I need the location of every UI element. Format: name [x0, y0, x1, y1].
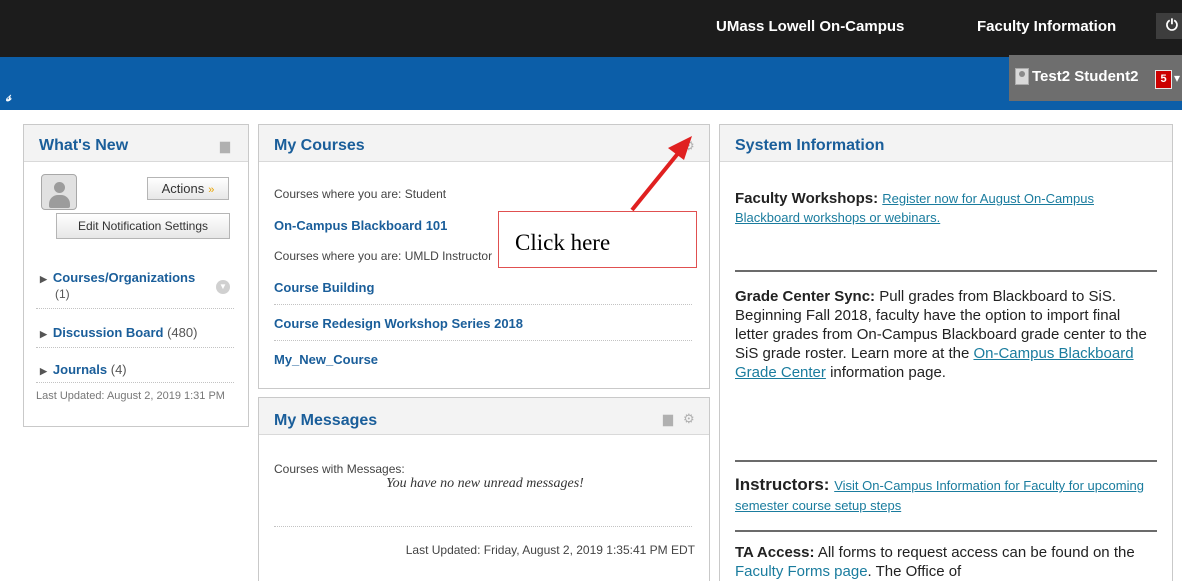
- course-link-course-building[interactable]: Course Building: [274, 280, 374, 295]
- ta-access-heading: TA Access:: [735, 544, 815, 561]
- item-count: (480): [167, 325, 198, 340]
- user-avatar-icon: [1015, 68, 1029, 85]
- actions-label: Actions: [161, 181, 205, 196]
- faculty-workshops-block: Faculty Workshops: Register now for Augu…: [735, 189, 1157, 227]
- user-name[interactable]: Test2 Student2: [1032, 68, 1138, 85]
- logout-power-icon[interactable]: ⏻: [1156, 13, 1182, 39]
- item-label: Discussion Board: [52, 325, 164, 340]
- divider: [36, 308, 234, 309]
- grade-sync-heading: Grade Center Sync:: [735, 288, 876, 305]
- item-count: (1): [55, 287, 70, 301]
- whats-new-header: What's New ▆: [24, 125, 248, 162]
- divider: [274, 526, 692, 527]
- edit-notification-settings-button[interactable]: Edit Notification Settings: [56, 213, 230, 239]
- messages-label: Courses with Messages:: [274, 462, 405, 476]
- course-link-blackboard-101[interactable]: On-Campus Blackboard 101: [274, 218, 447, 233]
- instructor-courses-label: Courses where you are: UMLD Instructor: [274, 249, 493, 263]
- ta-access-text: All forms to request access can be found…: [817, 544, 1135, 561]
- divider: [36, 347, 234, 348]
- ta-access-block: TA Access: All forms to request access c…: [735, 543, 1157, 581]
- my-messages-module: My Messages ▆ ⚙ Courses with Messages: Y…: [258, 397, 710, 581]
- my-messages-header: My Messages ▆ ⚙: [259, 398, 709, 435]
- course-link-my-new-course[interactable]: My_New_Course: [274, 352, 378, 367]
- system-information-header: System Information: [720, 125, 1172, 162]
- item-label: Journals: [52, 362, 108, 377]
- no-messages-text: You have no new unread messages!: [386, 476, 584, 491]
- course-link-redesign-workshop[interactable]: Course Redesign Workshop Series 2018: [274, 316, 523, 331]
- user-menu-chevron-icon[interactable]: ▾: [1174, 71, 1180, 85]
- ta-access-tail: . The Office of: [867, 563, 962, 580]
- gear-icon[interactable]: ⚙: [683, 138, 695, 154]
- instructors-heading: Instructors:: [735, 475, 830, 494]
- my-courses-header: My Courses ⚙: [259, 125, 709, 162]
- section-divider: [735, 530, 1157, 532]
- whats-new-item-journals[interactable]: ▶ Journals (4): [40, 362, 127, 377]
- expand-triangle-icon: ▶: [40, 329, 47, 339]
- whats-new-item-courses[interactable]: ▶ Courses/Organizations: [40, 270, 195, 285]
- dropdown-chevron-icon[interactable]: ▼: [216, 280, 230, 294]
- divider: [274, 304, 692, 305]
- header-bar: [0, 57, 1182, 110]
- link-icon[interactable]: 𝓈: [6, 88, 11, 105]
- system-information-module: System Information Faculty Workshops: Re…: [719, 124, 1173, 581]
- whats-new-module: What's New ▆ Actions» Edit Notification …: [23, 124, 249, 427]
- gear-icon[interactable]: ⚙: [683, 411, 695, 427]
- nav-oncampus-link[interactable]: UMass Lowell On-Campus: [716, 18, 904, 35]
- nav-faculty-info-link[interactable]: Faculty Information: [977, 18, 1116, 35]
- item-label: Courses/Organizations: [52, 270, 196, 285]
- divider: [274, 340, 692, 341]
- grade-sync-tail: information page.: [830, 364, 946, 381]
- divider: [36, 382, 234, 383]
- expand-triangle-icon: ▶: [40, 274, 47, 284]
- messages-last-updated: Last Updated: Friday, August 2, 2019 1:3…: [405, 543, 695, 557]
- avatar-icon: [41, 174, 77, 210]
- system-information-title: System Information: [735, 137, 885, 154]
- my-messages-title: My Messages: [274, 412, 378, 429]
- last-updated-text: Last Updated: August 2, 2019 1:31 PM: [36, 390, 225, 402]
- workshops-heading: Faculty Workshops:: [735, 190, 879, 207]
- notification-badge[interactable]: 5: [1155, 70, 1172, 89]
- section-divider: [735, 460, 1157, 462]
- whats-new-title: What's New: [39, 137, 129, 154]
- click-here-callout: Click here: [498, 211, 697, 268]
- expand-triangle-icon: ▶: [40, 366, 47, 376]
- faculty-forms-link[interactable]: Faculty Forms page: [735, 563, 868, 580]
- grade-center-sync-block: Grade Center Sync: Pull grades from Blac…: [735, 287, 1157, 382]
- actions-button[interactable]: Actions»: [147, 177, 229, 200]
- my-courses-title: My Courses: [274, 137, 365, 154]
- module-options-icon[interactable]: ▆: [663, 411, 673, 427]
- section-divider: [735, 270, 1157, 272]
- whats-new-item-discussion[interactable]: ▶ Discussion Board (480): [40, 325, 197, 340]
- module-options-icon[interactable]: ▆: [220, 138, 230, 154]
- double-chevron-icon: »: [208, 184, 215, 196]
- student-courses-label: Courses where you are: Student: [274, 187, 447, 201]
- item-count: (4): [110, 362, 127, 377]
- instructors-block: Instructors: Visit On-Campus Information…: [735, 475, 1157, 515]
